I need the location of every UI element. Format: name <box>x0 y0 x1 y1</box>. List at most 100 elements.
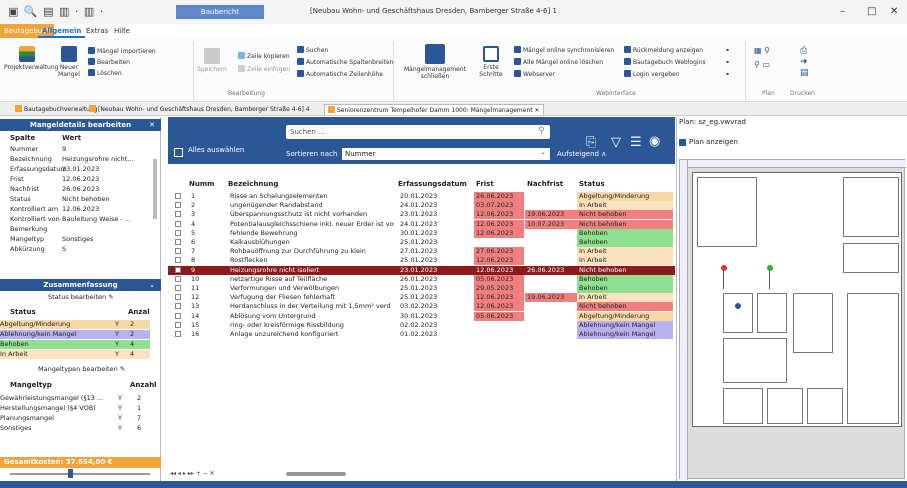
grid-pager[interactable]: ◂◂ ◂ ▸ ▸▸ + − ✕ <box>170 470 215 477</box>
defect-marker-icon[interactable] <box>767 265 773 271</box>
detail-value[interactable]: S <box>62 245 66 254</box>
erste-schritte-button[interactable]: Erste Schritte <box>476 46 506 78</box>
projektverwaltung-button[interactable]: Projektverwaltung <box>4 46 58 71</box>
zoom-slider[interactable] <box>10 473 150 475</box>
scrollbar[interactable] <box>153 159 157 219</box>
row-checkbox[interactable] <box>175 193 181 199</box>
loeschen-button[interactable]: Löschen <box>88 69 122 78</box>
table-row[interactable]: 1 Risse an Schalungselementen 20.01.2023 26… <box>168 192 675 201</box>
table-row[interactable]: 7 Rohbauöffnung zur Durchführung zu klein… <box>168 247 675 257</box>
speichern-button[interactable]: Speichern <box>197 48 227 73</box>
col-nummer[interactable]: Numm <box>189 179 214 190</box>
plan-tools-icon[interactable]: ▦ ⚲ <box>754 46 770 55</box>
table-row[interactable]: 14 Ablösung vom Untergrund 30.01.2023 05.06… <box>168 311 675 321</box>
link-icon[interactable]: ⚭ <box>725 58 730 67</box>
auto-zeilenhoehe-button[interactable]: Automatische Zeilenhöhe <box>297 70 383 79</box>
close-icon[interactable]: ✕ <box>149 119 155 131</box>
sync-button[interactable]: Mängel online synchronisieren <box>514 46 614 55</box>
col-erfassungsdatum[interactable]: Erfassungsdatum <box>398 179 467 190</box>
row-checkbox[interactable] <box>175 220 181 227</box>
row-checkbox[interactable] <box>175 239 181 245</box>
selected-marker-icon[interactable] <box>735 303 741 309</box>
auto-spaltenbreiten-button[interactable]: Automatische Spaltenbreiten <box>297 58 393 67</box>
table-row[interactable]: 11 Verformungen und Verwölbungen 25.01.202… <box>168 284 675 293</box>
row-checkbox[interactable] <box>175 202 181 209</box>
link-icon[interactable]: ⚭ <box>725 70 730 79</box>
table-row[interactable]: 10 netzartige Risse auf Teilfläche 26.01.2… <box>168 274 675 284</box>
detail-value[interactable]: Nicht behoben <box>62 195 109 204</box>
col-frist[interactable]: Frist <box>476 179 494 190</box>
detail-value[interactable]: 12.06.2023 <box>62 205 99 214</box>
mangelmanagement-schliessen-button[interactable]: Mängelmanagement schließen <box>400 44 470 80</box>
doctab-neubau[interactable]: [Neubau Wohn- und Geschäftshaus Dresden,… <box>86 104 313 115</box>
plan-viewer[interactable] <box>679 159 906 480</box>
row-checkbox[interactable] <box>175 257 181 264</box>
detail-value[interactable]: Sonstiges <box>62 235 93 244</box>
col-bezeichnung[interactable]: Bezeichnung <box>228 179 278 190</box>
plan-anzeigen-checkbox[interactable] <box>679 139 686 146</box>
table-row[interactable]: 16 Anlage unzureichend konfiguriert 01.02.… <box>168 330 675 339</box>
table-row[interactable]: 8 Rostflecken 25.01.2023 12.06.2023 In Arbei… <box>168 256 675 266</box>
col-nachfrist[interactable]: Nachfrist <box>527 179 563 190</box>
status-bearbeiten-button[interactable]: Status bearbeiten ✎ <box>48 293 114 302</box>
row-checkbox[interactable] <box>175 266 181 273</box>
plan-link-icon[interactable]: ⚲ ▭ <box>754 60 770 69</box>
link-icon[interactable]: ⚭ <box>725 46 730 55</box>
table-row[interactable]: 15 ring- oder kreisförmige Rissbildung 02.… <box>168 320 675 330</box>
context-tab-baubericht[interactable]: Baubericht <box>176 5 264 19</box>
detail-value[interactable]: 26.06.2023 <box>62 185 99 194</box>
close-tab-icon[interactable]: ✕ <box>535 107 540 114</box>
alle-loeschen-button[interactable]: Alle Mängel online löschen <box>514 58 603 67</box>
row-checkbox[interactable] <box>175 211 181 218</box>
table-row[interactable]: 5 fehlende Bewehrung 30.01.2023 12.06.2023 B… <box>168 228 675 238</box>
detail-value[interactable]: 9 <box>62 145 66 154</box>
detail-value[interactable]: 23.01.2023 <box>62 165 99 174</box>
zeile-einfuegen-button[interactable]: Zeile einfügen <box>238 65 290 74</box>
maengel-importieren-button[interactable]: Mängel importieren <box>88 47 156 56</box>
row-checkbox[interactable] <box>175 312 181 319</box>
tab-allgemein[interactable]: Allgemein <box>38 24 86 38</box>
table-row[interactable]: 4 Potentialausgleichsschiene inkl. neuer … <box>168 219 675 229</box>
maximize-button[interactable]: □ <box>867 6 876 17</box>
tab-hilfe[interactable]: Hilfe <box>110 24 134 38</box>
row-checkbox[interactable] <box>175 229 181 236</box>
minimize-button[interactable]: – <box>840 6 845 17</box>
slider-handle[interactable] <box>68 469 73 478</box>
alle-auswaehlen-checkbox[interactable] <box>174 148 183 157</box>
print-icon[interactable]: ⎙ ➜ ▤ <box>800 46 809 79</box>
quick-access-toolbar[interactable]: ▣ 🔍 ▤ ▥ · ▥ · <box>8 5 104 18</box>
chevron-down-icon[interactable]: ⌄ <box>149 279 155 291</box>
row-checkbox[interactable] <box>175 321 181 328</box>
sort-select[interactable]: Nummer <box>342 148 550 160</box>
row-checkbox[interactable] <box>175 285 181 291</box>
bearbeiten-button[interactable]: Bearbeiten <box>88 58 130 67</box>
rueckmeldung-button[interactable]: Rückmeldung anzeigen <box>624 46 703 55</box>
row-checkbox[interactable] <box>175 303 181 310</box>
neuer-mangel-button[interactable]: Neuer Mangel <box>56 46 82 78</box>
webserver-button[interactable]: Webserver <box>514 70 555 79</box>
mangeltypen-bearbeiten-button[interactable]: Mangeltypen bearbeiten ✎ <box>38 365 125 374</box>
row-checkbox[interactable] <box>175 248 181 255</box>
zeile-kopieren-button[interactable]: Zeile kopieren <box>238 52 290 61</box>
doctab-seniorenzentrum[interactable]: Seniorenzentrum Tempelhofer Damm 1000: M… <box>324 104 544 115</box>
col-status[interactable]: Status <box>579 179 605 190</box>
weblogins-button[interactable]: Bautagebuch Weblogins <box>624 58 706 67</box>
row-checkbox[interactable] <box>175 331 181 337</box>
filter-icon[interactable]: ▽ <box>611 135 621 150</box>
login-vergeben-button[interactable]: Login vergeben <box>624 70 680 79</box>
horizontal-scrollbar[interactable] <box>286 472 346 476</box>
defect-marker-icon[interactable] <box>721 265 727 271</box>
table-row[interactable]: ▸ 9 Heizungsrohre nicht isoliert 23.01.2023… <box>168 265 675 275</box>
tab-extras[interactable]: Extras <box>82 24 112 38</box>
search-input[interactable]: Suchen ... <box>286 125 550 139</box>
detail-value[interactable]: Heizungsrohre nicht... <box>62 155 133 164</box>
table-row[interactable]: 3 Überspannungsschutz ist nicht vorhanden… <box>168 210 675 220</box>
table-row[interactable]: 13 Herdanschluss in der Verteilung mit 1,… <box>168 302 675 312</box>
eye-icon[interactable]: ◉ <box>649 134 660 149</box>
detail-value[interactable]: Bauleitung Weise - ... <box>62 215 131 224</box>
table-row[interactable]: 6 Kalkausblühungen 25.01.2023 Behoben <box>168 238 675 247</box>
table-row[interactable]: 12 Verfugung der Fliesen fehlerhaft 25.01.… <box>168 293 675 303</box>
aufsteigend-toggle[interactable]: Aufsteigend ∧ <box>557 150 606 158</box>
close-button[interactable]: ✕ <box>890 6 898 17</box>
list-icon[interactable]: ☰ <box>630 135 642 150</box>
